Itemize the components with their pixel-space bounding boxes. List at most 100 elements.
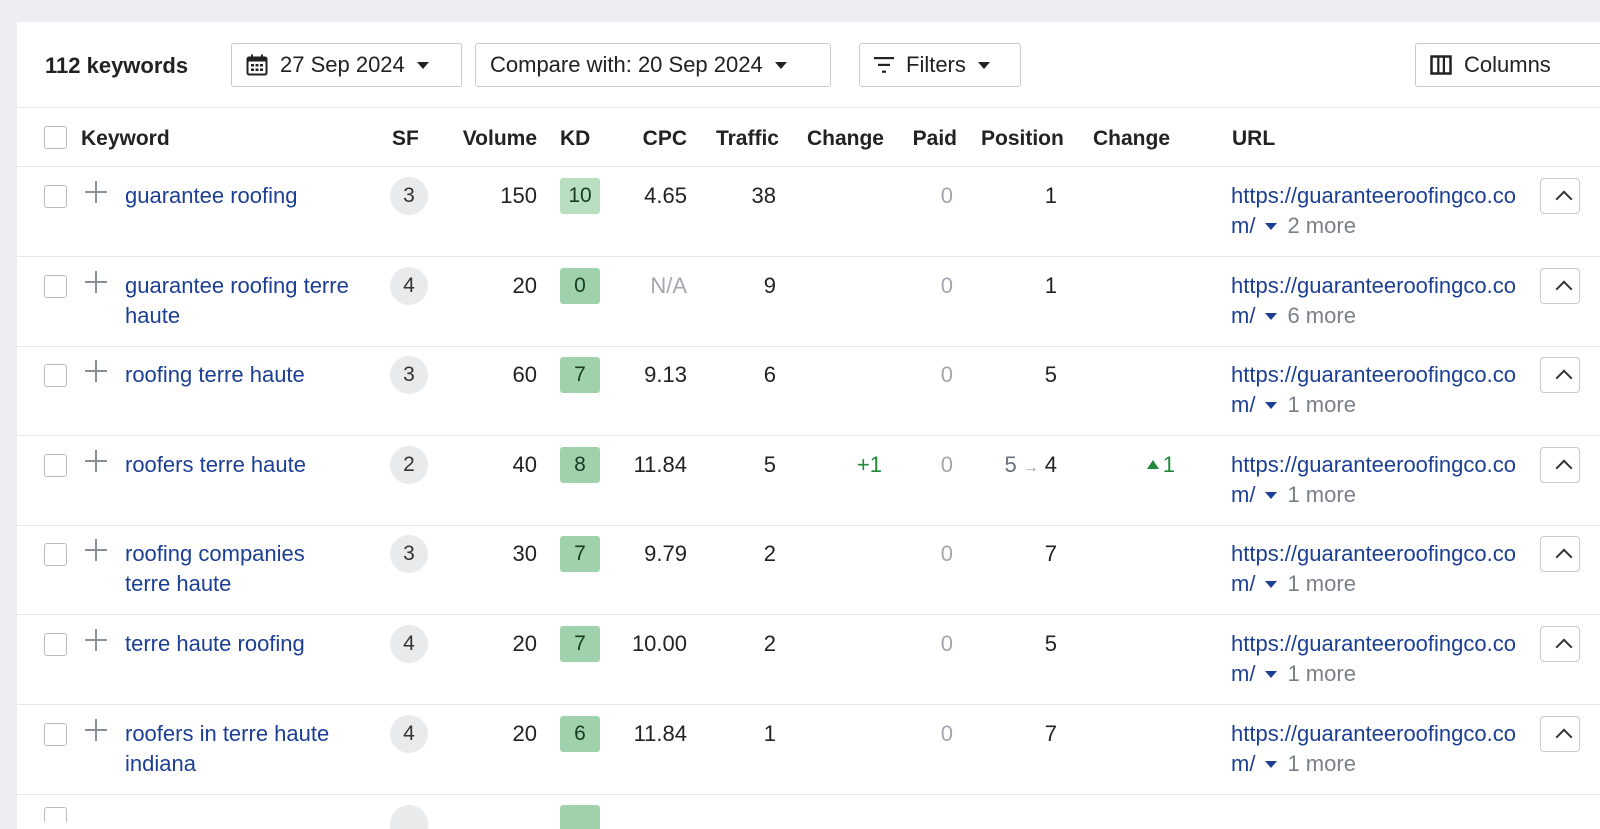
table-row: terre haute roofing 4 20 7 10.00 2 0 5 h… — [17, 615, 1600, 705]
sf-badge[interactable]: 4 — [390, 625, 428, 663]
plus-icon[interactable] — [85, 181, 107, 203]
filter-icon — [874, 57, 894, 73]
expand-button[interactable] — [1540, 626, 1580, 662]
header-keyword[interactable]: Keyword — [81, 127, 170, 151]
chevron-down-icon[interactable] — [1265, 312, 1278, 320]
keyword-link[interactable]: roofers terre haute — [125, 450, 355, 480]
paid-value: 0 — [940, 541, 953, 567]
table-row: guarantee roofing 3 150 10 4.65 38 0 1 h… — [17, 167, 1600, 257]
table-row: guarantee roofing terre haute 4 20 0 N/A… — [17, 257, 1600, 347]
chevron-down-icon[interactable] — [1265, 581, 1278, 589]
more-urls-link[interactable]: 1 more — [1287, 661, 1355, 686]
row-checkbox[interactable] — [44, 185, 67, 208]
url-cell: https://guaranteeroofingco.com/1 more — [1231, 539, 1521, 599]
paid-value: 0 — [940, 272, 953, 298]
chevron-down-icon[interactable] — [1265, 671, 1278, 678]
traffic-value: 2 — [763, 631, 776, 656]
plus-icon[interactable] — [85, 629, 107, 651]
expand-button[interactable] — [1540, 536, 1580, 573]
more-urls-link[interactable]: 2 more — [1287, 213, 1355, 238]
chevron-down-icon[interactable] — [1265, 760, 1278, 768]
paid-value: 0 — [940, 183, 953, 208]
date-label: 27 Sep 2024 — [280, 52, 405, 77]
keyword-link[interactable]: guarantee roofing — [125, 181, 355, 211]
table-header: Keyword SF Volume KD CPC Traffic Change … — [17, 108, 1600, 167]
kd-badge: 6 — [560, 715, 600, 752]
expand-button[interactable] — [1540, 446, 1580, 483]
table-row: roofing terre haute 3 60 7 9.13 6 0 5 ht… — [17, 346, 1600, 437]
more-urls-link[interactable]: 1 more — [1287, 751, 1355, 776]
plus-icon[interactable] — [85, 718, 107, 741]
header-position-change[interactable]: Change — [1093, 127, 1170, 151]
row-checkbox[interactable] — [44, 543, 67, 567]
keyword-link[interactable]: roofers in terre haute indiana — [125, 719, 355, 779]
more-urls-link[interactable]: 1 more — [1287, 482, 1355, 507]
keyword-link[interactable]: guarantee roofing terre haute — [125, 271, 355, 331]
row-checkbox[interactable] — [44, 807, 67, 822]
volume-value: 30 — [512, 541, 537, 567]
calendar-icon — [246, 54, 268, 76]
header-sf[interactable]: SF — [392, 127, 419, 151]
position-value: 7 — [977, 719, 1057, 749]
keyword-link[interactable]: roofing companies terre haute — [125, 539, 355, 599]
more-urls-link[interactable]: 1 more — [1287, 571, 1355, 596]
plus-icon[interactable] — [85, 449, 107, 472]
header-url[interactable]: URL — [1232, 127, 1275, 151]
header-traffic[interactable]: Traffic — [707, 127, 779, 151]
header-paid[interactable]: Paid — [897, 127, 957, 151]
expand-button[interactable] — [1540, 267, 1580, 304]
sf-badge[interactable]: 2 — [390, 445, 428, 484]
sf-badge[interactable]: 4 — [390, 714, 428, 753]
row-checkbox[interactable] — [44, 722, 67, 746]
expand-button[interactable] — [1540, 178, 1580, 214]
toolbar: 112 keywords 27 Sep 2024 Compare with: 2… — [17, 22, 1600, 108]
current-position: 1 — [1044, 272, 1057, 298]
header-cpc[interactable]: CPC — [607, 127, 687, 151]
traffic-value: 5 — [763, 451, 776, 477]
keyword-link[interactable]: terre haute roofing — [125, 629, 355, 659]
plus-icon[interactable] — [85, 270, 107, 293]
chevron-down-icon — [774, 61, 787, 69]
sf-badge[interactable]: 3 — [390, 177, 428, 215]
previous-position: 5 — [1004, 451, 1017, 477]
date-picker-button[interactable]: 27 Sep 2024 — [231, 43, 462, 87]
sf-badge[interactable]: 4 — [390, 266, 428, 305]
columns-button[interactable]: Columns — [1415, 43, 1600, 87]
more-urls-link[interactable]: 1 more — [1287, 392, 1355, 417]
cpc-value: N/A — [650, 272, 687, 298]
header-volume[interactable]: Volume — [447, 127, 537, 151]
sf-badge[interactable]: 3 — [390, 535, 428, 574]
chevron-down-icon — [977, 61, 990, 69]
current-position: 4 — [1044, 451, 1057, 477]
header-position[interactable]: Position — [981, 127, 1064, 151]
plus-icon[interactable] — [85, 539, 107, 562]
sf-badge[interactable]: 3 — [390, 356, 428, 395]
expand-button[interactable] — [1540, 715, 1580, 752]
row-checkbox[interactable] — [44, 274, 67, 298]
select-all-checkbox[interactable] — [44, 126, 67, 149]
chevron-down-icon[interactable] — [1265, 223, 1278, 230]
position-value: 7 — [977, 539, 1057, 569]
header-kd[interactable]: KD — [560, 127, 590, 151]
chevron-down-icon[interactable] — [1265, 402, 1278, 410]
current-position: 7 — [1044, 541, 1057, 567]
row-checkbox[interactable] — [44, 633, 67, 656]
table-row: roofers terre haute 2 40 8 11.84 5 +1 0 … — [17, 436, 1600, 526]
position-value: 1 — [977, 181, 1057, 211]
keyword-link[interactable]: roofing terre haute — [125, 360, 355, 390]
compare-date-button[interactable]: Compare with: 20 Sep 2024 — [475, 43, 831, 87]
position-change-amount: 1 — [1162, 451, 1175, 477]
cpc-value: 4.65 — [644, 183, 687, 208]
table-row: roofing companies terre haute 3 30 7 9.7… — [17, 525, 1600, 616]
more-urls-link[interactable]: 6 more — [1287, 303, 1355, 328]
url-cell: https://guaranteeroofingco.com/2 more — [1231, 181, 1521, 241]
filters-button[interactable]: Filters — [859, 43, 1021, 87]
row-checkbox[interactable] — [44, 453, 67, 477]
plus-icon[interactable] — [85, 360, 107, 383]
chevron-down-icon[interactable] — [1265, 491, 1278, 499]
keywords-panel: 112 keywords 27 Sep 2024 Compare with: 2… — [17, 22, 1600, 829]
header-traffic-change[interactable]: Change — [797, 127, 884, 151]
row-checkbox[interactable] — [44, 364, 67, 388]
cpc-value: 9.79 — [644, 541, 687, 567]
expand-button[interactable] — [1540, 357, 1580, 394]
